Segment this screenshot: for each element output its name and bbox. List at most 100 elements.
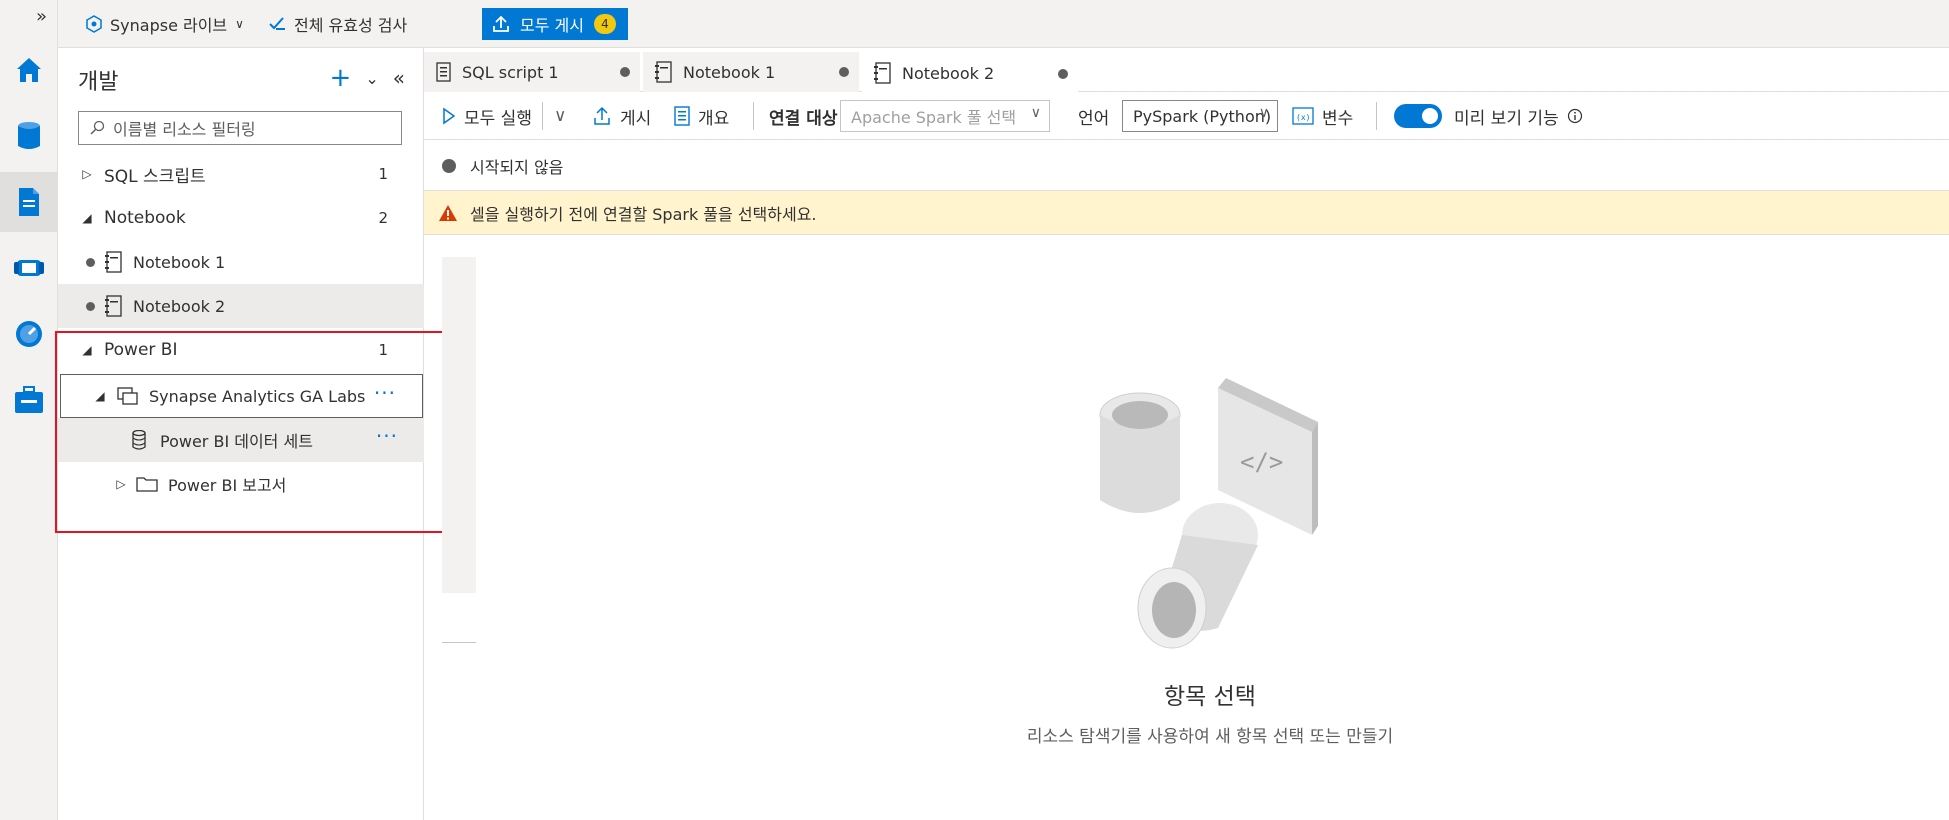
panel-actions: + ⌄ «: [330, 65, 405, 91]
unsaved-dot-icon: [839, 67, 849, 77]
tree-notebook-2-label: Notebook 2: [133, 296, 226, 316]
session-status-text: 시작되지 않음: [470, 157, 564, 177]
run-all-button[interactable]: 모두 실행: [442, 92, 532, 140]
tree-notebook[interactable]: ◢ Notebook 2: [58, 196, 424, 240]
spark-pool-placeholder: Apache Spark 풀 선택: [851, 108, 1017, 127]
chevron-down-icon: ∨: [1258, 105, 1269, 121]
tree-notebook-2[interactable]: Notebook 2: [58, 284, 424, 328]
spark-pool-select[interactable]: Apache Spark 풀 선택 ∨: [840, 100, 1050, 132]
tree-notebook-label: Notebook: [104, 208, 186, 228]
tree-sql-scripts-label: SQL 스크립트: [104, 166, 206, 187]
add-icon[interactable]: +: [330, 65, 352, 91]
notebook-icon: [874, 62, 891, 84]
language-select[interactable]: PySpark (Python) ∨: [1122, 100, 1278, 132]
variables-icon: (x): [1292, 107, 1314, 125]
tree-sql-scripts[interactable]: ▷ SQL 스크립트 1: [58, 152, 424, 196]
validate-all-button[interactable]: 전체 유효성 검사: [268, 10, 407, 38]
home-icon[interactable]: [0, 40, 58, 100]
panel-title: 개발: [78, 70, 119, 95]
manage-icon[interactable]: [0, 370, 58, 430]
unsaved-dot-icon: [86, 257, 95, 267]
publish-button[interactable]: 게시: [592, 92, 651, 140]
data-icon[interactable]: [0, 106, 58, 166]
tab-notebook-2[interactable]: Notebook 2: [862, 52, 1078, 92]
tree-notebook-1-label: Notebook 1: [133, 252, 226, 272]
outline-icon: [674, 106, 690, 126]
tab-bar: SQL script 1 Notebook 1 Notebook 2: [424, 48, 1949, 92]
cell-divider: [442, 642, 476, 643]
unsaved-dot-icon: [1058, 69, 1068, 79]
variables-button[interactable]: (x) 변수: [1292, 92, 1353, 140]
integrate-icon[interactable]: [0, 238, 58, 298]
status-dot-icon: [442, 158, 456, 173]
unsaved-dot-icon: [620, 67, 630, 77]
synapse-live-button[interactable]: Synapse 라이브 ∨: [86, 10, 244, 38]
tab-notebook-1[interactable]: Notebook 1: [643, 52, 859, 92]
language-value: PySpark (Python): [1133, 106, 1272, 126]
warning-text: 셀을 실행하기 전에 연결할 Spark 풀을 선택하세요.: [470, 204, 817, 224]
warning-banner: 셀을 실행하기 전에 연결할 Spark 풀을 선택하세요.: [424, 191, 1949, 235]
toolbar-divider: [542, 102, 543, 130]
filter-placeholder: 이름별 리소스 필터링: [113, 120, 256, 139]
collapse-all-icon[interactable]: ⌄: [365, 69, 378, 88]
notebook-icon: [655, 61, 672, 83]
tab-sql-script-1-label: SQL script 1: [462, 62, 559, 82]
variables-label: 변수: [1322, 108, 1354, 129]
empty-state-title: 항목 선택: [1164, 684, 1256, 710]
nav-rail: »: [0, 0, 58, 820]
unsaved-dot-icon: [86, 301, 95, 311]
toolbar: 모두 실행 ∨ 게시 개요 연결 대상 Apache Spark 풀 선택 ∨ …: [424, 92, 1949, 140]
tab-notebook-1-label: Notebook 1: [683, 62, 776, 82]
caret-right-icon: ▷: [82, 167, 92, 181]
validate-icon: [269, 17, 285, 30]
sql-script-icon: [436, 62, 451, 82]
highlight-box: [55, 331, 455, 533]
filter-input[interactable]: 이름별 리소스 필터링: [78, 111, 402, 145]
notebook-icon: [105, 251, 122, 273]
tree-notebook-1[interactable]: Notebook 1: [58, 240, 424, 284]
chevron-down-icon: ∨: [235, 17, 244, 31]
expand-icon[interactable]: »: [36, 6, 47, 27]
tab-sql-script-1[interactable]: SQL script 1: [424, 52, 640, 92]
toolbar-divider: [1376, 102, 1377, 130]
warning-icon: [439, 204, 457, 221]
publish-label: 게시: [620, 108, 652, 129]
monitor-icon[interactable]: [0, 304, 58, 364]
synapse-icon: [86, 15, 102, 33]
upload-icon: [493, 15, 509, 32]
tab-notebook-2-label: Notebook 2: [902, 63, 995, 83]
run-options-chevron[interactable]: ∨: [554, 92, 566, 140]
publish-all-button[interactable]: 모두 게시 4: [482, 8, 628, 40]
synapse-live-label: Synapse 라이브: [110, 16, 228, 35]
chevron-down-icon: ∨: [554, 106, 567, 126]
chevron-down-icon: ∨: [1030, 105, 1041, 121]
tree-sql-scripts-count: 1: [378, 165, 388, 183]
top-bar: Synapse 라이브 ∨ 전체 유효성 검사 모두 게시 4: [58, 0, 1949, 48]
cell-gutter: [442, 257, 476, 593]
preview-features-toggle[interactable]: [1394, 104, 1442, 128]
caret-down-icon: ◢: [82, 211, 92, 225]
develop-icon[interactable]: [0, 172, 58, 232]
empty-state-illustration: </>: [1090, 370, 1330, 664]
empty-state-subtitle: 리소스 탐색기를 사용하여 새 항목 선택 또는 만들기: [1026, 727, 1394, 747]
play-icon: [443, 107, 456, 125]
outline-button[interactable]: 개요: [674, 92, 729, 140]
outline-label: 개요: [698, 108, 730, 129]
publish-all-label: 모두 게시: [520, 16, 584, 35]
tree-notebook-count: 2: [378, 209, 388, 227]
publish-count-badge: 4: [593, 14, 616, 34]
info-icon[interactable]: [1567, 108, 1583, 124]
preview-features-label: 미리 보기 기능: [1454, 108, 1559, 129]
svg-text:(x): (x): [1296, 113, 1310, 122]
session-status: 시작되지 않음: [424, 141, 1949, 191]
run-all-label: 모두 실행: [464, 108, 532, 129]
svg-text:</>: </>: [1240, 448, 1283, 476]
preview-features: 미리 보기 기능: [1454, 92, 1583, 140]
search-icon: [90, 120, 105, 135]
upload-icon: [594, 106, 610, 125]
language-label: 언어: [1078, 108, 1110, 129]
collapse-panel-icon[interactable]: «: [393, 66, 405, 90]
attach-to-label: 연결 대상: [769, 108, 838, 129]
notebook-icon: [105, 295, 122, 317]
toolbar-divider: [753, 102, 754, 130]
